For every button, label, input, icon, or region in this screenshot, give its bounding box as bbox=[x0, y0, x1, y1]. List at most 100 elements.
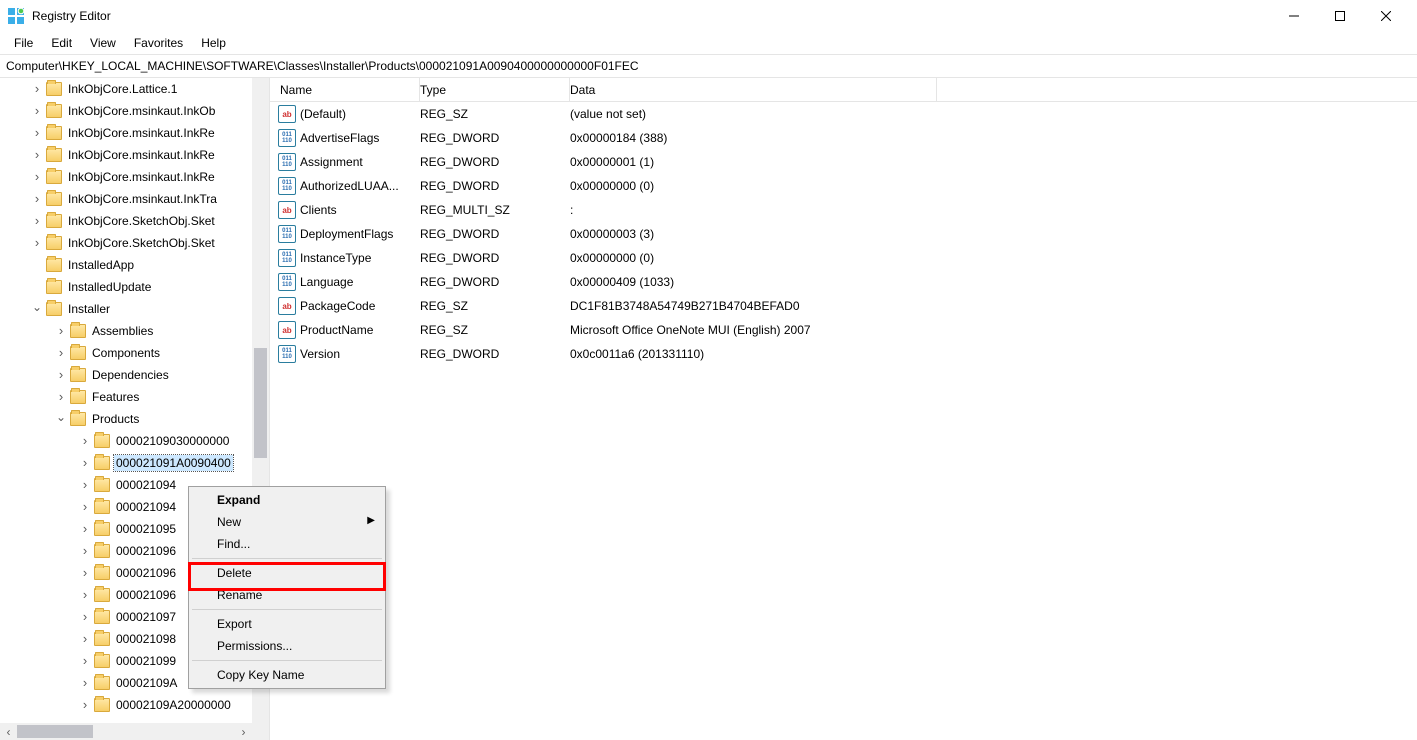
menu-edit[interactable]: Edit bbox=[43, 34, 80, 52]
address-bar[interactable]: Computer\HKEY_LOCAL_MACHINE\SOFTWARE\Cla… bbox=[0, 54, 1417, 78]
value-row[interactable]: abProductNameREG_SZMicrosoft Office OneN… bbox=[270, 318, 1417, 342]
tree-item-label: 000021096 bbox=[114, 543, 178, 559]
chevron-right-icon[interactable] bbox=[54, 346, 68, 361]
column-header-name[interactable]: Name bbox=[270, 78, 420, 101]
chevron-right-icon[interactable] bbox=[30, 236, 44, 251]
submenu-arrow-icon: ▶ bbox=[367, 515, 375, 526]
chevron-right-icon[interactable] bbox=[78, 522, 92, 537]
tree-item[interactable]: InkObjCore.msinkaut.InkRe bbox=[0, 166, 252, 188]
tree-item[interactable]: 000021091A0090400 bbox=[0, 452, 252, 474]
context-menu-rename[interactable]: Rename bbox=[191, 584, 383, 606]
folder-icon bbox=[94, 610, 110, 624]
chevron-right-icon[interactable] bbox=[78, 434, 92, 449]
maximize-button[interactable] bbox=[1317, 0, 1363, 32]
menu-favorites[interactable]: Favorites bbox=[126, 34, 191, 52]
chevron-right-icon[interactable] bbox=[78, 610, 92, 625]
value-row[interactable]: abPackageCodeREG_SZDC1F81B3748A54749B271… bbox=[270, 294, 1417, 318]
folder-icon bbox=[94, 698, 110, 712]
scroll-left-icon[interactable]: ‹ bbox=[0, 723, 17, 740]
tree-item[interactable]: Assemblies bbox=[0, 320, 252, 342]
chevron-right-icon[interactable] bbox=[78, 500, 92, 515]
tree-horizontal-scrollbar[interactable]: ‹ › bbox=[0, 723, 252, 740]
chevron-right-icon[interactable] bbox=[30, 170, 44, 185]
tree-item[interactable]: InkObjCore.SketchObj.Sket bbox=[0, 232, 252, 254]
values-list[interactable]: ab(Default)REG_SZ(value not set)011110Ad… bbox=[270, 102, 1417, 366]
value-row[interactable]: ab(Default)REG_SZ(value not set) bbox=[270, 102, 1417, 126]
value-type: REG_DWORD bbox=[420, 179, 570, 193]
context-menu-export[interactable]: Export bbox=[191, 613, 383, 635]
value-data: 0x00000000 (0) bbox=[570, 251, 1417, 265]
chevron-right-icon[interactable] bbox=[78, 698, 92, 713]
value-row[interactable]: 011110AdvertiseFlagsREG_DWORD0x00000184 … bbox=[270, 126, 1417, 150]
tree-item-label: 000021094 bbox=[114, 499, 178, 515]
tree-item[interactable]: InkObjCore.msinkaut.InkOb bbox=[0, 100, 252, 122]
chevron-right-icon[interactable] bbox=[30, 126, 44, 141]
context-menu-copy-key-name[interactable]: Copy Key Name bbox=[191, 664, 383, 686]
column-header-type[interactable]: Type bbox=[420, 78, 570, 101]
scrollbar-track[interactable] bbox=[17, 723, 235, 740]
tree-item[interactable]: InkObjCore.msinkaut.InkRe bbox=[0, 122, 252, 144]
value-data: Microsoft Office OneNote MUI (English) 2… bbox=[570, 323, 1417, 337]
chevron-right-icon[interactable] bbox=[78, 588, 92, 603]
scrollbar-thumb[interactable] bbox=[17, 725, 93, 738]
tree-item-label: InkObjCore.msinkaut.InkRe bbox=[66, 125, 217, 141]
tree-item[interactable]: InkObjCore.Lattice.1 bbox=[0, 78, 252, 100]
value-row[interactable]: abClientsREG_MULTI_SZ: bbox=[270, 198, 1417, 222]
context-menu-permissions[interactable]: Permissions... bbox=[191, 635, 383, 657]
chevron-right-icon[interactable] bbox=[78, 632, 92, 647]
chevron-right-icon[interactable] bbox=[30, 148, 44, 163]
value-row[interactable]: 011110VersionREG_DWORD0x0c0011a6 (201331… bbox=[270, 342, 1417, 366]
chevron-right-icon[interactable] bbox=[30, 214, 44, 229]
chevron-right-icon[interactable] bbox=[78, 654, 92, 669]
tree-item[interactable]: Dependencies bbox=[0, 364, 252, 386]
tree-item[interactable]: 00002109030000000 bbox=[0, 430, 252, 452]
context-menu-delete[interactable]: Delete bbox=[191, 562, 383, 584]
value-row[interactable]: 011110DeploymentFlagsREG_DWORD0x00000003… bbox=[270, 222, 1417, 246]
tree-item[interactable]: InkObjCore.msinkaut.InkRe bbox=[0, 144, 252, 166]
chevron-right-icon[interactable] bbox=[78, 566, 92, 581]
folder-icon bbox=[94, 588, 110, 602]
context-menu-find[interactable]: Find... bbox=[191, 533, 383, 555]
folder-icon bbox=[46, 104, 62, 118]
chevron-down-icon[interactable] bbox=[30, 302, 44, 316]
chevron-right-icon[interactable] bbox=[30, 192, 44, 207]
chevron-right-icon[interactable] bbox=[78, 676, 92, 691]
context-menu-new[interactable]: New▶ bbox=[191, 511, 383, 533]
menu-file[interactable]: File bbox=[6, 34, 41, 52]
scroll-right-icon[interactable]: › bbox=[235, 723, 252, 740]
tree-item[interactable]: InkObjCore.msinkaut.InkTra bbox=[0, 188, 252, 210]
tree-item[interactable]: Products bbox=[0, 408, 252, 430]
menu-view[interactable]: View bbox=[82, 34, 124, 52]
tree-item[interactable]: Installer bbox=[0, 298, 252, 320]
tree-item-label: InkObjCore.msinkaut.InkOb bbox=[66, 103, 217, 119]
tree-item[interactable]: InkObjCore.SketchObj.Sket bbox=[0, 210, 252, 232]
scrollbar-corner bbox=[252, 723, 269, 740]
value-row[interactable]: 011110AuthorizedLUAA...REG_DWORD0x000000… bbox=[270, 174, 1417, 198]
value-row[interactable]: 011110InstanceTypeREG_DWORD0x00000000 (0… bbox=[270, 246, 1417, 270]
value-row[interactable]: 011110LanguageREG_DWORD0x00000409 (1033) bbox=[270, 270, 1417, 294]
tree-item[interactable]: InstalledUpdate bbox=[0, 276, 252, 298]
tree-item[interactable]: 00002109A20000000 bbox=[0, 694, 252, 716]
column-header-data[interactable]: Data bbox=[570, 78, 937, 101]
value-type: REG_SZ bbox=[420, 323, 570, 337]
tree-item[interactable]: Features bbox=[0, 386, 252, 408]
folder-icon bbox=[46, 302, 62, 316]
scrollbar-thumb[interactable] bbox=[254, 348, 267, 458]
chevron-right-icon[interactable] bbox=[78, 456, 92, 471]
chevron-right-icon[interactable] bbox=[30, 82, 44, 97]
value-row[interactable]: 011110AssignmentREG_DWORD0x00000001 (1) bbox=[270, 150, 1417, 174]
context-menu-expand[interactable]: Expand bbox=[191, 489, 383, 511]
minimize-button[interactable] bbox=[1271, 0, 1317, 32]
chevron-right-icon[interactable] bbox=[78, 478, 92, 493]
chevron-right-icon[interactable] bbox=[54, 368, 68, 383]
chevron-right-icon[interactable] bbox=[54, 324, 68, 339]
chevron-down-icon[interactable] bbox=[54, 412, 68, 426]
chevron-right-icon[interactable] bbox=[54, 390, 68, 405]
chevron-right-icon[interactable] bbox=[30, 104, 44, 119]
value-name: Language bbox=[300, 275, 353, 289]
close-button[interactable] bbox=[1363, 0, 1409, 32]
tree-item[interactable]: InstalledApp bbox=[0, 254, 252, 276]
tree-item[interactable]: Components bbox=[0, 342, 252, 364]
menu-help[interactable]: Help bbox=[193, 34, 234, 52]
chevron-right-icon[interactable] bbox=[78, 544, 92, 559]
